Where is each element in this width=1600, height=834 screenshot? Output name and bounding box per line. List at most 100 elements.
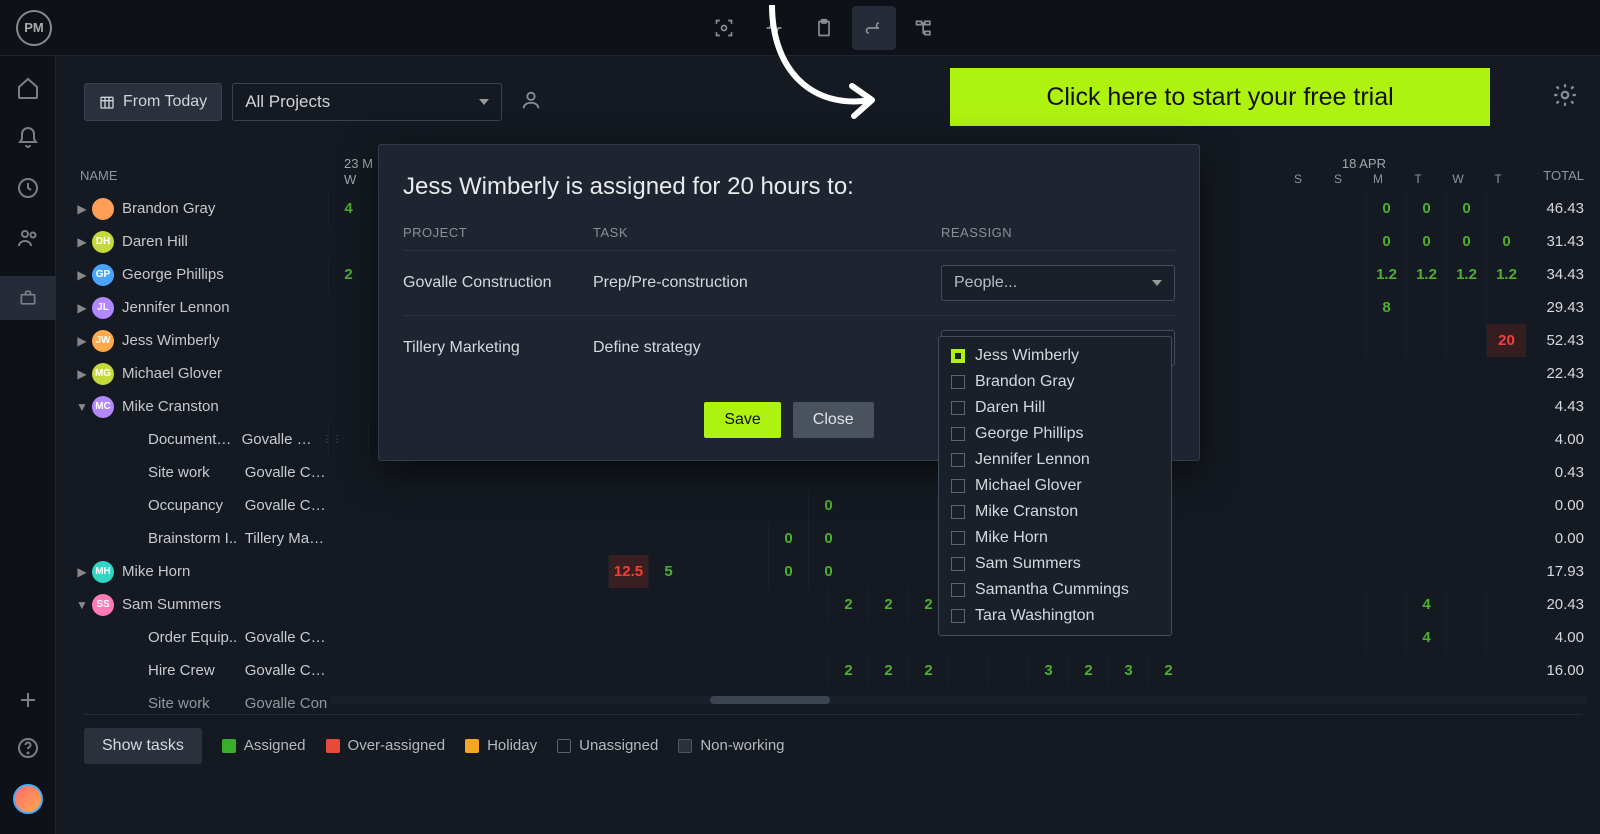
hours-cell[interactable]: 2 — [868, 654, 908, 687]
checkbox-icon[interactable] — [951, 505, 965, 519]
task-row[interactable]: Order Equip..Govalle Con.. 4 4.00 — [72, 621, 1588, 654]
person-row[interactable]: ▶ MHMike Horn 12.5500 17.93 — [72, 555, 1588, 588]
hours-cell[interactable]: 2 — [828, 654, 868, 687]
checkbox-icon[interactable] — [951, 453, 965, 467]
close-button[interactable]: Close — [793, 402, 874, 438]
dropdown-item[interactable]: Sam Summers — [939, 551, 1171, 577]
settings-icon[interactable] — [1552, 82, 1578, 113]
people-icon[interactable] — [16, 226, 40, 250]
expand-icon[interactable]: ▶ — [72, 268, 92, 282]
hours-cell-over[interactable]: 20 — [1486, 324, 1526, 357]
people-select[interactable]: People... — [941, 265, 1175, 301]
task-row[interactable]: Hire CrewGovalle Con.. 2223232 16.00 — [72, 654, 1588, 687]
plus-icon[interactable] — [16, 688, 40, 712]
checkbox-icon[interactable] — [951, 531, 965, 545]
person-name: George Phillips — [122, 266, 224, 283]
expand-icon[interactable]: ▶ — [72, 202, 92, 216]
hours-cell[interactable]: 0 — [1446, 225, 1486, 258]
activity-icon[interactable] — [752, 6, 796, 50]
hours-cell[interactable]: 2 — [828, 588, 868, 621]
hours-cell[interactable]: 0 — [808, 489, 848, 522]
expand-icon[interactable]: ▶ — [72, 301, 92, 315]
hours-cell[interactable]: 0 — [808, 522, 848, 555]
checkbox-icon[interactable] — [951, 557, 965, 571]
hours-cell[interactable]: 0 — [1366, 192, 1406, 225]
hours-cell[interactable]: 0 — [1486, 225, 1526, 258]
task-project: Tillery Mark.. — [245, 530, 328, 547]
horizontal-scrollbar-thumb[interactable] — [710, 696, 830, 704]
hours-cell-over[interactable]: 12.5 — [608, 555, 648, 588]
hours-cell[interactable]: 0 — [768, 555, 808, 588]
bell-icon[interactable] — [16, 126, 40, 150]
dropdown-item[interactable]: Brandon Gray — [939, 369, 1171, 395]
scan-icon[interactable] — [702, 6, 746, 50]
checkbox-icon[interactable] — [951, 583, 965, 597]
dropdown-item[interactable]: Samantha Cummings — [939, 577, 1171, 603]
clock-icon[interactable] — [16, 176, 40, 200]
checkbox-icon[interactable] — [951, 349, 965, 363]
dropdown-item[interactable]: Mike Cranston — [939, 499, 1171, 525]
task-row[interactable]: OccupancyGovalle Con.. 0 0.00 — [72, 489, 1588, 522]
collapse-icon[interactable]: ▼ — [72, 598, 92, 612]
hours-cell[interactable]: 4 — [328, 192, 368, 225]
horizontal-scrollbar-track[interactable] — [330, 696, 1588, 704]
collapse-icon[interactable]: ▼ — [72, 400, 92, 414]
dropdown-item[interactable]: Tara Washington — [939, 603, 1171, 629]
project-select[interactable]: All Projects — [232, 83, 502, 121]
checkbox-icon[interactable] — [951, 427, 965, 441]
person-row[interactable]: ▼ SSSam Summers 222 4 20.43 — [72, 588, 1588, 621]
checkbox-icon[interactable] — [951, 609, 965, 623]
hours-cell[interactable]: 0 — [768, 522, 808, 555]
checkbox-icon[interactable] — [951, 479, 965, 493]
hours-cell[interactable]: 4 — [1406, 588, 1446, 621]
cta-banner[interactable]: Click here to start your free trial — [950, 68, 1490, 126]
dropdown-item[interactable]: George Phillips — [939, 421, 1171, 447]
hours-cell[interactable]: 0 — [1406, 225, 1446, 258]
expand-icon[interactable]: ▶ — [72, 367, 92, 381]
task-row[interactable]: Brainstorm I..Tillery Mark.. 00 0.00 — [72, 522, 1588, 555]
dropdown-item[interactable]: Jess Wimberly — [939, 343, 1171, 369]
hours-cell[interactable]: 0 — [1366, 225, 1406, 258]
expand-icon[interactable]: ▶ — [72, 235, 92, 249]
user-avatar[interactable] — [13, 784, 43, 814]
hours-cell[interactable]: 2 — [1148, 654, 1188, 687]
hours-cell[interactable]: 2 — [908, 654, 948, 687]
help-icon[interactable] — [16, 736, 40, 760]
hours-cell[interactable]: 3 — [1108, 654, 1148, 687]
tree-icon[interactable] — [902, 6, 946, 50]
dropdown-item[interactable]: Mike Horn — [939, 525, 1171, 551]
dropdown-item[interactable]: Daren Hill — [939, 395, 1171, 421]
clipboard-icon[interactable] — [802, 6, 846, 50]
pm-logo[interactable]: PM — [16, 10, 52, 46]
name-header: NAME — [78, 158, 330, 192]
hours-cell[interactable]: 0 — [1406, 192, 1446, 225]
hours-cell[interactable]: 1.2 — [1486, 258, 1526, 291]
hours-cell[interactable]: 2 — [1068, 654, 1108, 687]
show-tasks-button[interactable]: Show tasks — [84, 728, 202, 764]
checkbox-icon[interactable] — [951, 401, 965, 415]
hours-cell[interactable]: 2 — [868, 588, 908, 621]
task-project: Govalle Con — [245, 695, 328, 712]
checkbox-icon[interactable] — [951, 375, 965, 389]
dropdown-item[interactable]: Michael Glover — [939, 473, 1171, 499]
hours-cell[interactable]: 1.2 — [1366, 258, 1406, 291]
briefcase-icon[interactable] — [0, 276, 56, 320]
save-button[interactable]: Save — [704, 402, 780, 438]
expand-icon[interactable]: ▶ — [72, 334, 92, 348]
hours-cell[interactable]: 3 — [1028, 654, 1068, 687]
people-dropdown[interactable]: Jess Wimberly Brandon Gray Daren Hill Ge… — [938, 336, 1172, 636]
hours-cell[interactable]: 1.2 — [1406, 258, 1446, 291]
person-filter-icon[interactable] — [520, 89, 542, 116]
dropdown-item[interactable]: Jennifer Lennon — [939, 447, 1171, 473]
hours-cell[interactable]: 0 — [1446, 192, 1486, 225]
hours-cell[interactable]: 4 — [1406, 621, 1446, 654]
hours-cell[interactable]: 1.2 — [1446, 258, 1486, 291]
hours-cell[interactable]: 8 — [1366, 291, 1406, 324]
hours-cell[interactable]: 5 — [648, 555, 688, 588]
hours-cell[interactable]: 2 — [328, 258, 368, 291]
from-today-button[interactable]: From Today — [84, 83, 222, 121]
home-icon[interactable] — [16, 76, 40, 100]
hours-cell[interactable]: 0 — [808, 555, 848, 588]
attachment-icon[interactable] — [852, 6, 896, 50]
expand-icon[interactable]: ▶ — [72, 565, 92, 579]
